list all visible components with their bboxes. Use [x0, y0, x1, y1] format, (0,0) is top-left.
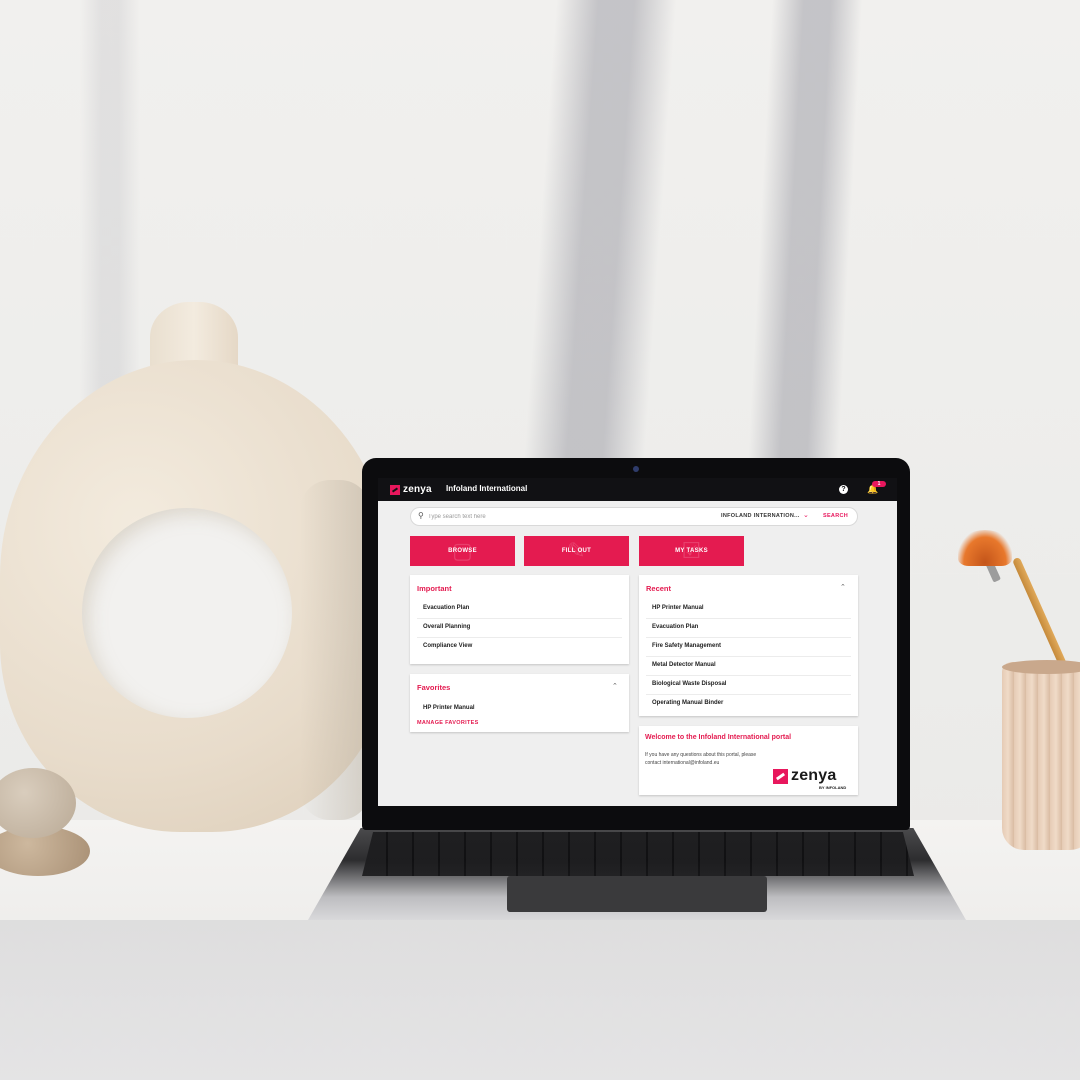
divider	[646, 618, 851, 619]
important-card: Important Evacuation Plan Overall Planni…	[410, 575, 629, 664]
fill-out-button[interactable]: ✎ FILL OUT	[524, 536, 629, 566]
collapse-chevron-icon[interactable]: ⌃	[612, 682, 618, 690]
welcome-card: Welcome to the Infoland International po…	[639, 726, 858, 795]
zenya-logo[interactable]: zenya	[390, 483, 432, 496]
brush-bristles	[958, 530, 1012, 566]
divider	[646, 675, 851, 676]
divider	[646, 637, 851, 638]
favorites-card-title: Favorites	[417, 683, 451, 692]
divider	[646, 694, 851, 695]
welcome-text: If you have any questions about this por…	[645, 752, 757, 758]
notification-badge: 1	[872, 481, 886, 487]
brush-handle	[1012, 556, 1069, 670]
list-item[interactable]: Metal Detector Manual	[652, 662, 716, 668]
portal-title: Infoland International	[446, 484, 528, 493]
search-button[interactable]: SEARCH	[823, 513, 848, 519]
list-item[interactable]: Compliance View	[423, 643, 472, 649]
search-bar: ⚲ INFOLAND INTERNATION... ⌄ SEARCH	[410, 507, 858, 526]
browse-button-label: BROWSE	[448, 548, 477, 554]
manage-favorites-link[interactable]: MANAGE FAVORITES	[417, 720, 479, 726]
my-tasks-button-label: MY TASKS	[675, 548, 708, 554]
search-input[interactable]	[428, 511, 668, 523]
search-icon: ⚲	[418, 511, 424, 520]
webcam	[633, 466, 639, 472]
list-item[interactable]: Evacuation Plan	[652, 624, 698, 630]
search-scope-select[interactable]: INFOLAND INTERNATION...	[721, 513, 800, 519]
divider	[646, 656, 851, 657]
help-icon[interactable]: ?	[839, 485, 848, 494]
collapse-chevron-icon[interactable]: ⌃	[840, 583, 846, 591]
divider	[417, 637, 622, 638]
list-item[interactable]: Fire Safety Management	[652, 643, 721, 649]
list-item[interactable]: Biological Waste Disposal	[652, 681, 726, 687]
vase-shadow	[300, 480, 370, 820]
brush-pot	[1002, 662, 1080, 850]
list-item[interactable]: Evacuation Plan	[423, 605, 469, 611]
wall-shadow	[523, 0, 677, 470]
list-item[interactable]: HP Printer Manual	[423, 705, 475, 711]
wall-shadow	[747, 0, 863, 470]
recent-card: Recent ⌃ HP Printer Manual Evacuation Pl…	[639, 575, 858, 716]
divider	[417, 618, 622, 619]
important-card-title: Important	[417, 584, 452, 593]
top-bar: zenya Infoland International ? 🔔 1	[378, 478, 897, 501]
logo-subtitle: BY INFOLAND	[819, 785, 847, 790]
trackpad	[507, 876, 767, 912]
contact-email[interactable]: contact international@infoland.eu	[645, 760, 719, 766]
fill-out-button-label: FILL OUT	[561, 548, 592, 554]
my-tasks-button[interactable]: ☑ MY TASKS	[639, 536, 744, 566]
list-item[interactable]: HP Printer Manual	[652, 605, 704, 611]
welcome-title: Welcome to the Infoland International po…	[645, 734, 792, 741]
laptop-screen: zenya Infoland International ? 🔔 1 ⚲ INF…	[378, 478, 897, 806]
vase-opening	[82, 508, 292, 718]
chevron-down-icon[interactable]: ⌄	[803, 511, 809, 519]
zenya-logo: zenya	[773, 767, 836, 785]
favorites-card: Favorites ⌃ HP Printer Manual MANAGE FAV…	[410, 674, 629, 732]
zenya-logo-icon	[390, 484, 400, 495]
recent-card-title: Recent	[646, 584, 672, 593]
floor-shadow	[0, 920, 1080, 1080]
logo-text: zenya	[403, 484, 432, 495]
browse-button[interactable]: ▢ BROWSE	[410, 536, 515, 566]
keyboard	[362, 832, 914, 876]
list-item[interactable]: Operating Manual Binder	[652, 700, 723, 706]
list-item[interactable]: Overall Planning	[423, 624, 470, 630]
zenya-logo-icon	[773, 768, 788, 784]
logo-text: zenya	[791, 767, 837, 784]
